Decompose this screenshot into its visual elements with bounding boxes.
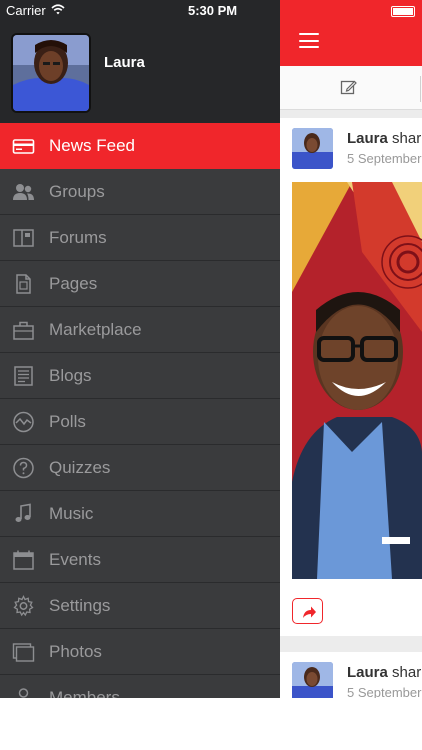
members-icon xyxy=(18,688,29,698)
menu-item-label: Quizzes xyxy=(49,458,111,477)
post-date: 5 September xyxy=(347,151,422,166)
menu-item-label: Photos xyxy=(49,642,102,661)
menu-item-label: News Feed xyxy=(49,136,135,155)
menu-item-label: Polls xyxy=(49,412,86,431)
menu-item-settings[interactable]: Settings xyxy=(0,583,280,629)
quizzes-icon xyxy=(13,457,34,479)
post-action-text: shar xyxy=(387,664,422,681)
feed-post[interactable]: Laura shar 5 September xyxy=(280,652,422,698)
music-icon xyxy=(15,503,31,522)
carrier-label: Carrier xyxy=(6,3,46,18)
events-icon xyxy=(13,550,34,570)
post-author-avatar[interactable] xyxy=(292,128,333,169)
post-photo[interactable] xyxy=(292,182,422,579)
blogs-icon xyxy=(14,366,33,386)
settings-icon xyxy=(13,595,34,617)
menu-item-events[interactable]: Events xyxy=(0,537,280,583)
composer-divider xyxy=(420,76,421,102)
menu-item-quizzes[interactable]: Quizzes xyxy=(0,445,280,491)
profile-name[interactable]: Laura xyxy=(104,54,145,71)
menu-item-groups[interactable]: Groups xyxy=(0,169,280,215)
clock: 5:30 PM xyxy=(188,3,238,18)
share-icon xyxy=(303,606,316,618)
wifi-icon xyxy=(51,4,65,15)
menu-item-label: Groups xyxy=(49,182,105,201)
post-author[interactable]: Laura shar xyxy=(347,130,421,147)
groups-icon xyxy=(13,184,34,200)
menu-item-label: Forums xyxy=(49,228,107,247)
menu-item-label: Events xyxy=(49,550,101,569)
marketplace-icon xyxy=(13,321,34,340)
share-button[interactable] xyxy=(292,598,323,624)
hamburger-menu-icon[interactable] xyxy=(299,33,319,48)
menu-item-pages[interactable]: Pages xyxy=(0,261,280,307)
menu-item-news-feed[interactable]: News Feed xyxy=(0,123,280,169)
menu-item-label: Pages xyxy=(49,274,98,293)
post-date: 5 September xyxy=(347,685,422,698)
menu-item-label: Settings xyxy=(49,596,111,615)
photos-icon xyxy=(12,643,35,662)
news-feed-screen: Laura shar 5 September Laura shar 5 Sept… xyxy=(280,0,422,698)
menu-item-members[interactable]: Members xyxy=(0,675,280,698)
profile-avatar[interactable] xyxy=(11,33,91,113)
feed-post[interactable]: Laura shar 5 September xyxy=(280,118,422,636)
menu-item-label: Marketplace xyxy=(49,320,142,339)
post-author-avatar[interactable] xyxy=(292,662,333,698)
menu-item-label: Members xyxy=(49,688,120,698)
compose-icon[interactable] xyxy=(340,79,357,96)
post-author[interactable]: Laura shar xyxy=(347,664,421,681)
main-menu: News Feed Groups Forums Pages Marketplac… xyxy=(0,123,280,698)
menu-item-forums[interactable]: Forums xyxy=(0,215,280,261)
menu-item-polls[interactable]: Polls xyxy=(0,399,280,445)
pages-icon xyxy=(16,274,31,294)
composer-bar xyxy=(280,66,422,110)
status-bar: Carrier 5:30 PM xyxy=(0,0,422,22)
menu-item-label: Blogs xyxy=(49,366,92,385)
post-author-name[interactable]: Laura xyxy=(347,664,388,681)
side-drawer: Laura News Feed Groups Forums Pages Mark… xyxy=(0,0,280,698)
forums-icon xyxy=(13,229,34,247)
menu-item-label: Music xyxy=(49,504,94,523)
menu-item-photos[interactable]: Photos xyxy=(0,629,280,675)
news-feed-icon xyxy=(12,139,35,154)
menu-item-marketplace[interactable]: Marketplace xyxy=(0,307,280,353)
post-action-text: shar xyxy=(387,130,422,147)
post-author-name[interactable]: Laura xyxy=(347,130,388,147)
polls-icon xyxy=(13,411,34,433)
menu-item-music[interactable]: Music xyxy=(0,491,280,537)
menu-item-blogs[interactable]: Blogs xyxy=(0,353,280,399)
